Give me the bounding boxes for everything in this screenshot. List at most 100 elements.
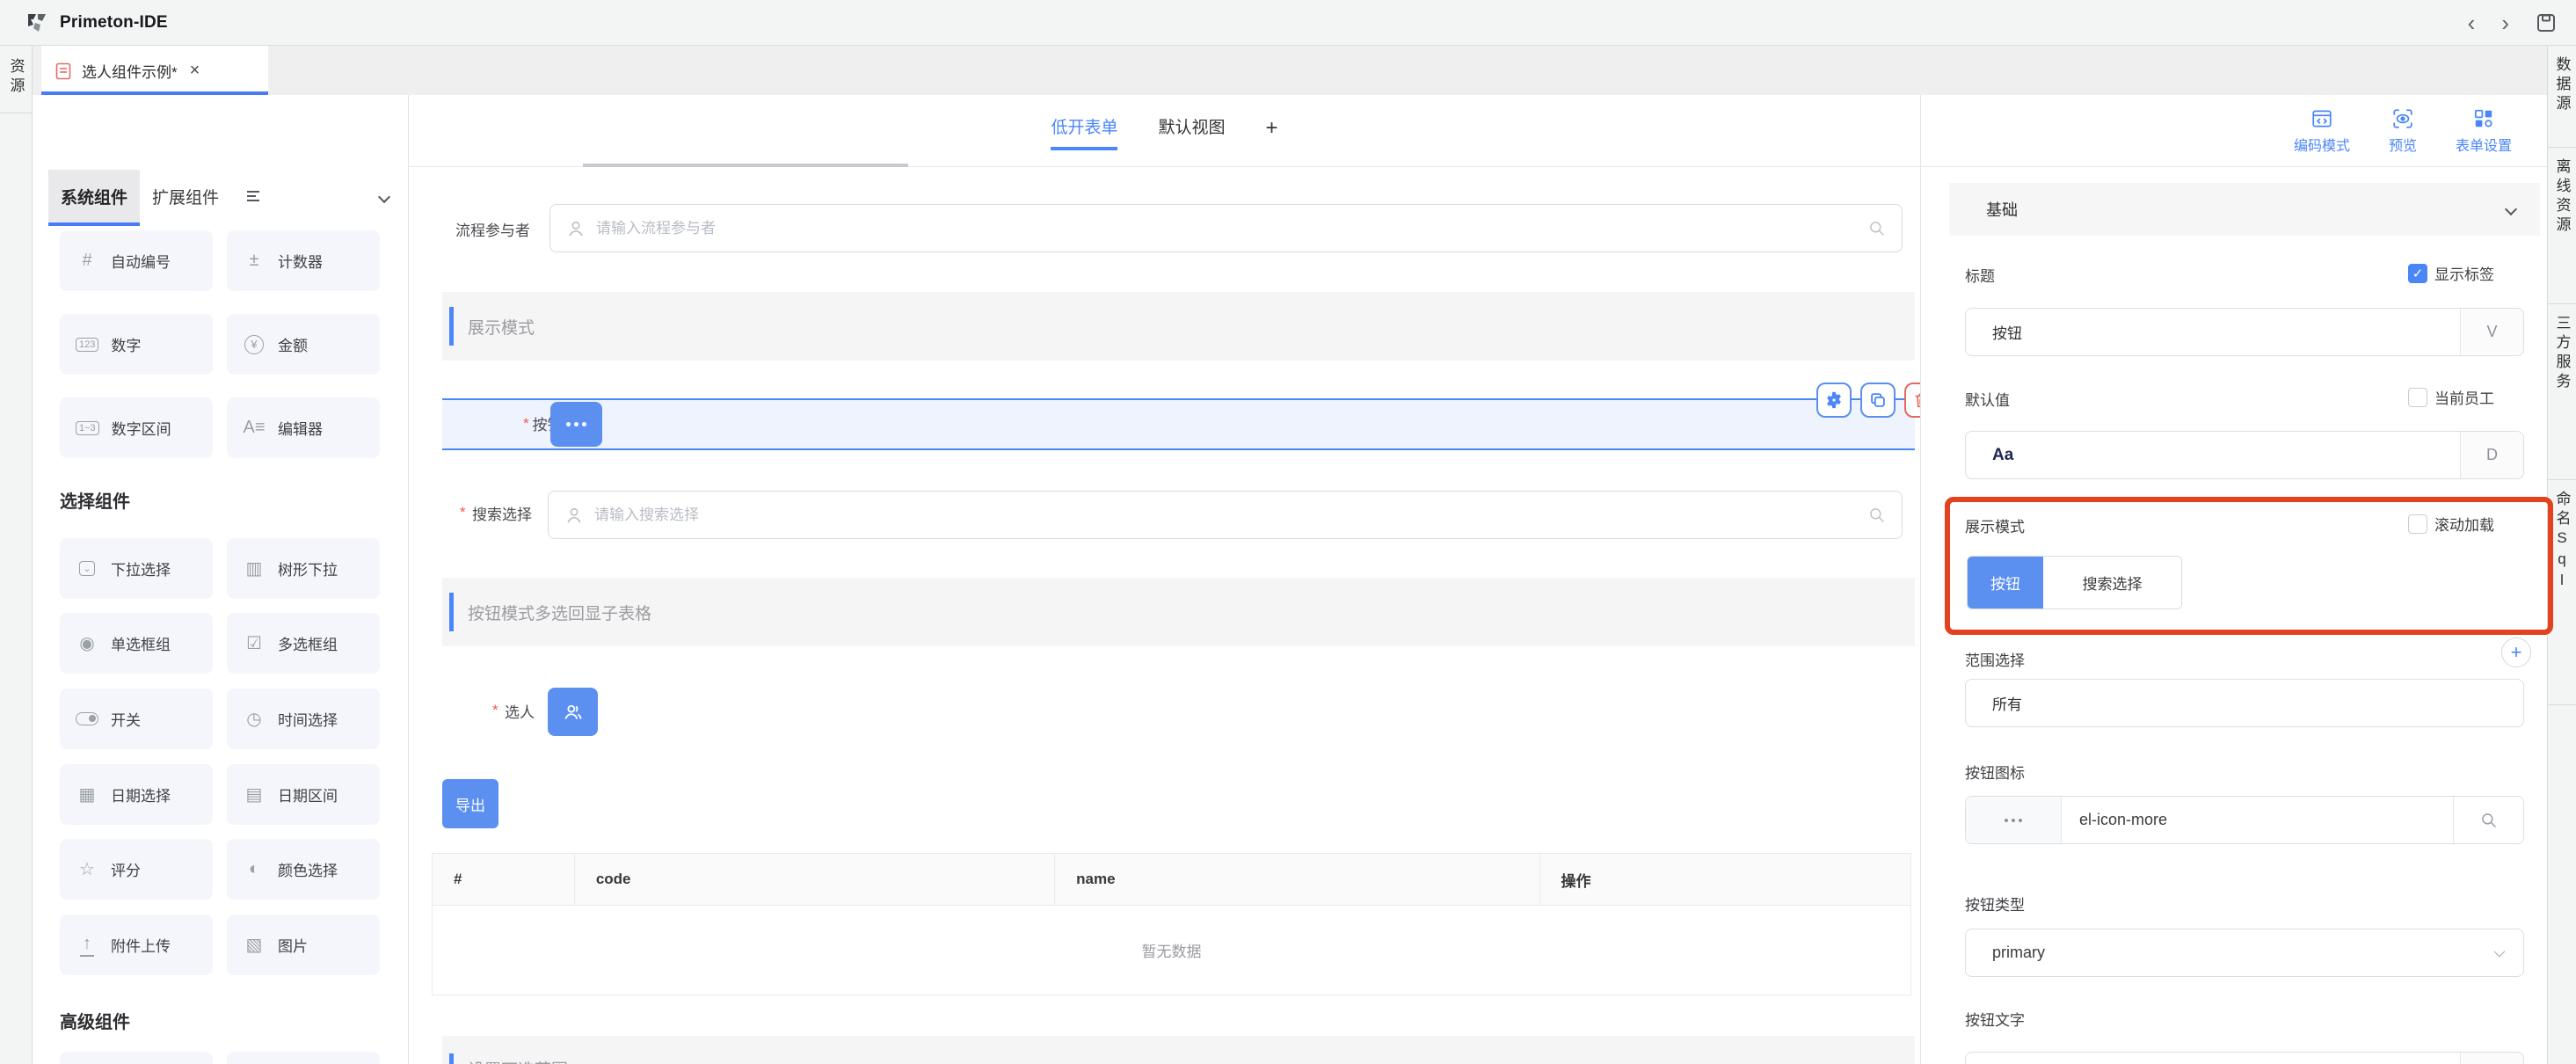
toggle-option-search-select[interactable]: 搜索选择 — [2043, 557, 2181, 609]
variable-suffix-button[interactable]: V — [2460, 309, 2523, 355]
export-button[interactable]: 导出 — [442, 779, 498, 828]
date-range-icon: ▤ — [243, 783, 266, 805]
time-icon: ◷ — [243, 708, 266, 730]
component-card[interactable]: ▤ 日期区间 — [227, 764, 380, 825]
component-card[interactable]: ¥ 金额 — [227, 314, 380, 375]
button-type-select[interactable]: primary — [1965, 929, 2524, 977]
show-label-checkbox[interactable]: ✓ 显示标签 — [2408, 262, 2494, 284]
component-card[interactable]: A≡ 编辑器 — [227, 397, 380, 458]
form-settings-icon — [2472, 107, 2495, 130]
tab-lowcode-form[interactable]: 低开表单 — [1051, 114, 1117, 150]
counter-icon: ± — [243, 251, 266, 271]
tab-system-components[interactable]: 系统组件 — [48, 170, 140, 222]
switch-icon — [76, 712, 98, 725]
more-dots-button[interactable] — [550, 402, 602, 447]
component-card[interactable]: ▦ 日期选择 — [60, 764, 213, 825]
radio-group-icon: ◉ — [76, 632, 98, 654]
form-doc-icon — [55, 62, 71, 80]
component-card-partial[interactable] — [227, 1052, 380, 1064]
add-range-button[interactable]: + — [2501, 638, 2531, 667]
primeton-ide-window: Primeton-IDE ‹ › 资源 数据源 离线资源 三方服务 命名Sql … — [0, 0, 2576, 1064]
form-settings-button[interactable]: 表单设置 — [2456, 107, 2512, 155]
form-canvas: 低开表单 默认视图 + 流程参与者 展示模式 * 按钮 — [409, 95, 1921, 1064]
eye-icon — [2391, 107, 2414, 130]
properties-panel: 编码模式 预览 表单设置 基础 标题 — [1921, 95, 2547, 1064]
gear-icon — [1824, 390, 1844, 410]
dropdown-icon: ⌄ — [76, 561, 98, 576]
star-icon: ☆ — [76, 858, 98, 880]
component-card[interactable]: ± 计数器 — [227, 230, 380, 291]
toggle-option-button[interactable]: 按钮 — [1968, 557, 2043, 609]
app-title: Primeton-IDE — [60, 13, 168, 33]
component-card[interactable]: ◉ 单选框组 — [60, 613, 213, 674]
component-card[interactable]: ◷ 时间选择 — [227, 689, 380, 749]
button-icon-input[interactable] — [2062, 797, 2453, 843]
scroll-load-checkbox[interactable]: 滚动加载 — [2408, 513, 2494, 535]
nav-forward-icon[interactable]: › — [2501, 11, 2509, 34]
sub-table-header: # code name 操作 — [432, 853, 1911, 906]
field-action-buttons — [1816, 383, 1921, 418]
required-asterisk: * — [523, 415, 529, 433]
left-rail: 资源 — [0, 46, 33, 1064]
component-card[interactable]: 1~3 数字区间 — [60, 397, 213, 458]
title-prop-input[interactable]: V — [1965, 308, 2524, 356]
doc-tab-active[interactable]: 选人组件示例* × — [41, 46, 268, 95]
person-icon — [566, 219, 586, 238]
component-card[interactable]: ⌄ 下拉选择 — [60, 538, 213, 599]
add-view-button[interactable]: + — [1266, 116, 1278, 149]
editor-icon: A≡ — [243, 418, 266, 438]
tab-extension-components[interactable]: 扩展组件 — [140, 170, 231, 222]
default-value-prop-input[interactable]: D — [1965, 431, 2524, 479]
component-card[interactable]: ↑ 附件上传 — [60, 915, 213, 975]
close-icon[interactable]: × — [190, 61, 200, 81]
more-dots-icon[interactable] — [1966, 797, 2062, 843]
participant-input[interactable] — [549, 204, 1903, 252]
checkbox-unchecked-icon[interactable] — [2408, 388, 2427, 407]
right-rail-item-datasource[interactable]: 数据源 — [2548, 46, 2576, 148]
plus-icon: + — [2511, 641, 2522, 664]
component-card[interactable]: ☆ 评分 — [60, 839, 213, 900]
component-card[interactable]: 开关 — [60, 689, 213, 749]
data-suffix-button[interactable]: D — [2460, 432, 2523, 478]
component-card[interactable]: ◐ 颜色选择 — [227, 839, 380, 900]
component-card[interactable]: ▧ 图片 — [227, 915, 380, 975]
horizontal-scrollbar-thumb[interactable] — [583, 164, 908, 167]
field-settings-button[interactable] — [1816, 383, 1852, 418]
component-card[interactable]: ▥ 树形下拉 — [227, 538, 380, 599]
field-copy-button[interactable] — [1860, 383, 1896, 418]
date-icon: ▦ — [76, 783, 98, 805]
collapse-panel-chevron-down-icon[interactable] — [380, 190, 389, 206]
hash-icon: # — [76, 251, 98, 271]
left-rail-item-resources[interactable]: 资源 — [0, 46, 32, 113]
component-card[interactable]: 123 数字 — [60, 314, 213, 375]
search-icon — [2480, 812, 2498, 829]
canvas-header: 低开表单 默认视图 + — [409, 95, 1920, 167]
code-mode-button[interactable]: 编码模式 — [2294, 107, 2350, 155]
component-card-partial[interactable] — [60, 1052, 213, 1064]
button-text-input[interactable] — [1965, 1052, 2524, 1064]
checkbox-unchecked-icon[interactable] — [2408, 514, 2427, 534]
right-rail-item-namedsql[interactable]: 命名Sql — [2548, 480, 2576, 705]
search-select-field-label: 搜索选择 — [472, 502, 532, 524]
column-header-index: # — [433, 854, 575, 905]
button-icon-input-group — [1965, 796, 2524, 844]
section-button-mode-table: 按钮模式多选回显子表格 — [442, 578, 1915, 646]
search-select-input[interactable] — [548, 491, 1903, 539]
group-basic-header[interactable]: 基础 — [1949, 183, 2540, 236]
pick-person-button[interactable] — [548, 688, 598, 736]
field-delete-button[interactable] — [1904, 383, 1921, 418]
current-employee-checkbox[interactable]: 当前员工 — [2408, 386, 2494, 408]
component-card[interactable]: # 自动编号 — [60, 230, 213, 291]
component-card[interactable]: ☑ 多选框组 — [227, 613, 380, 674]
checkbox-checked-icon[interactable]: ✓ — [2408, 264, 2427, 283]
list-view-icon[interactable] — [247, 191, 259, 201]
right-rail-item-offline[interactable]: 离线资源 — [2548, 148, 2576, 304]
nav-back-icon[interactable]: ‹ — [2468, 11, 2476, 34]
selected-button-field[interactable]: * 按钮 — [442, 398, 1915, 450]
right-rail-item-thirdparty[interactable]: 三方服务 — [2548, 304, 2576, 480]
range-select-input[interactable] — [1965, 679, 2524, 727]
preview-button[interactable]: 预览 — [2389, 107, 2417, 155]
icon-search-button[interactable] — [2453, 797, 2523, 843]
tab-default-view[interactable]: 默认视图 — [1158, 114, 1225, 150]
save-icon[interactable] — [2536, 12, 2557, 33]
